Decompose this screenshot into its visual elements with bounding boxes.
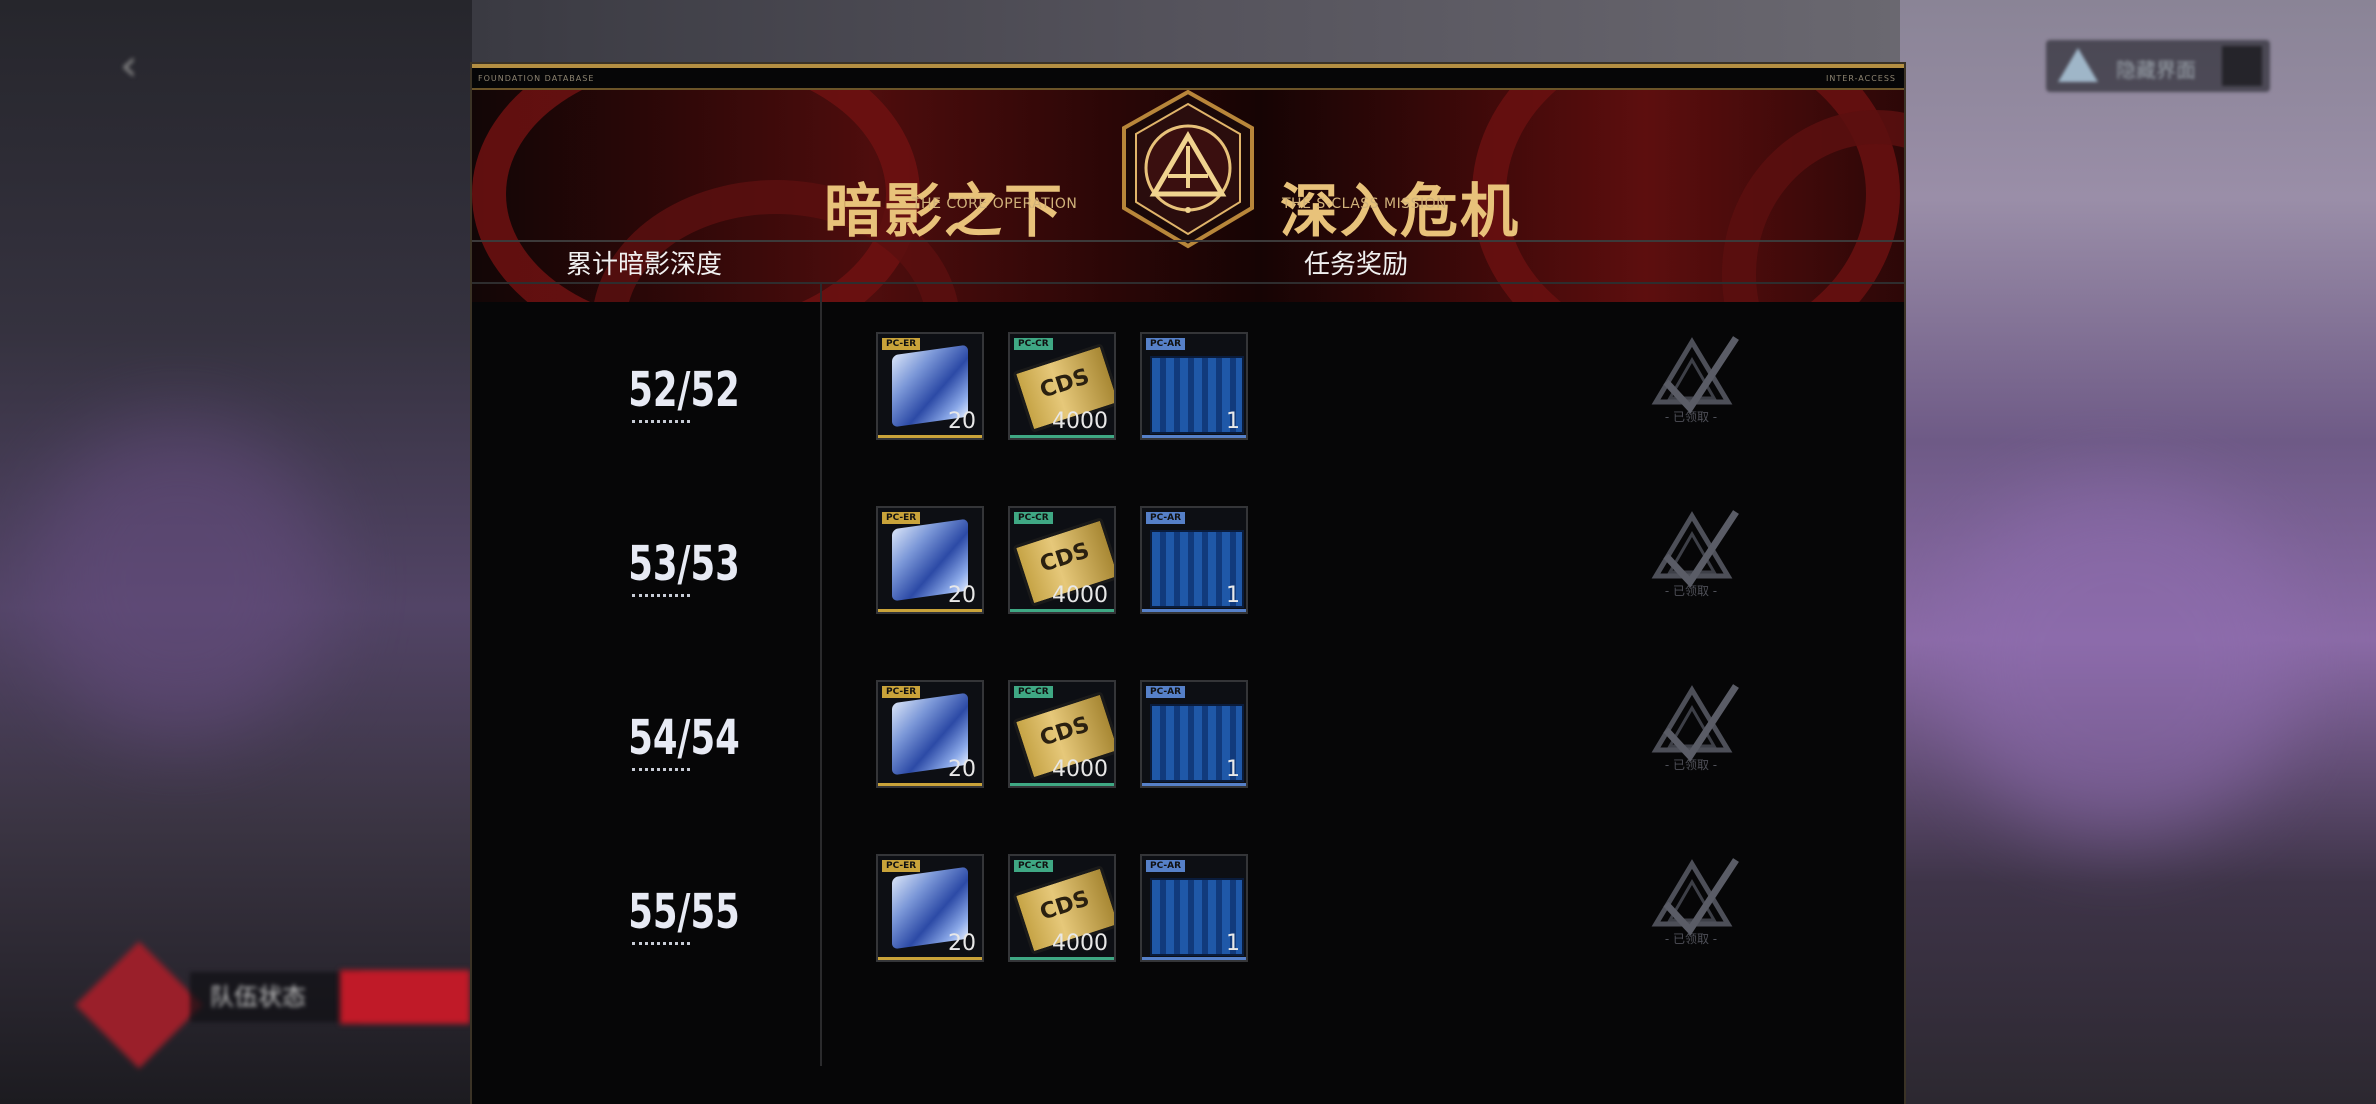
item-tag: PC-AR xyxy=(1146,860,1186,872)
item-count: 20 xyxy=(948,757,976,782)
team-status-button[interactable] xyxy=(340,970,470,1024)
column-header-rewards: 任务奖励 xyxy=(1304,250,1409,280)
item-tag: PC-AR xyxy=(1146,512,1186,524)
reward-item-ticket[interactable]: CDS PC-CR 4000 xyxy=(1008,332,1116,440)
depth-underline xyxy=(632,420,690,423)
claimed-label: - 已领取 - xyxy=(1664,932,1718,946)
claimed-label: - 已领取 - xyxy=(1664,410,1718,424)
item-rarity-bar xyxy=(1010,435,1114,438)
item-rarity-bar xyxy=(1010,783,1114,786)
depth-value: 54/54 xyxy=(628,710,740,766)
reward-row: 54/54 PC-ER 20 CDS PC-CR 4000 PC-AR 1 - … xyxy=(472,664,1904,814)
item-tag: PC-CR xyxy=(1014,512,1053,524)
triangle-logo-icon xyxy=(2058,48,2098,82)
reward-panel: FOUNDATION DATABASE INTER-ACCESS 暗影之下 TH… xyxy=(472,64,1904,1104)
background-glow xyxy=(1940,480,2300,840)
item-count: 1 xyxy=(1226,757,1240,782)
column-header-depth: 累计暗影深度 xyxy=(566,250,723,280)
item-count: 4000 xyxy=(1052,757,1108,782)
reward-item-crate[interactable]: PC-AR 1 xyxy=(1140,854,1248,962)
item-rarity-bar xyxy=(878,435,982,438)
item-count: 4000 xyxy=(1052,931,1108,956)
item-tag: PC-ER xyxy=(882,338,921,350)
item-tag: PC-CR xyxy=(1014,338,1053,350)
claimed-label: - 已领取 - xyxy=(1664,758,1718,772)
item-tag: PC-CR xyxy=(1014,860,1053,872)
reward-row: 55/55 PC-ER 20 CDS PC-CR 4000 PC-AR 1 - … xyxy=(472,838,1904,988)
panel-tiny-label-left: FOUNDATION DATABASE xyxy=(478,74,595,83)
depth-value: 53/53 xyxy=(628,536,740,592)
top-pill-label: 隐藏界面 xyxy=(2116,58,2196,82)
item-rarity-bar xyxy=(1142,435,1246,438)
item-tag: PC-ER xyxy=(882,860,921,872)
item-tag: PC-ER xyxy=(882,512,921,524)
item-tag: PC-ER xyxy=(882,686,921,698)
depth-underline xyxy=(632,768,690,771)
item-tag: PC-CR xyxy=(1014,686,1053,698)
panel-top-border xyxy=(472,64,1904,68)
background-top xyxy=(472,0,1900,70)
item-count: 1 xyxy=(1226,409,1240,434)
item-rarity-bar xyxy=(878,783,982,786)
team-status-label[interactable]: 队伍状态 xyxy=(190,972,360,1022)
item-rarity-bar xyxy=(1142,957,1246,960)
header-separator-bottom xyxy=(472,282,1904,284)
banner-subtitle-right: THE S-CLASS MISSION xyxy=(1282,196,1448,212)
reward-item-crate[interactable]: PC-AR 1 xyxy=(1140,332,1248,440)
reward-item-crystal[interactable]: PC-ER 20 xyxy=(876,332,984,440)
reward-item-ticket[interactable]: CDS PC-CR 4000 xyxy=(1008,854,1116,962)
depth-underline xyxy=(632,594,690,597)
item-count: 20 xyxy=(948,931,976,956)
panel-tiny-label-right: INTER-ACCESS xyxy=(1826,74,1896,83)
item-rarity-bar xyxy=(1010,957,1114,960)
depth-underline xyxy=(632,942,690,945)
item-count: 4000 xyxy=(1052,409,1108,434)
item-rarity-bar xyxy=(878,609,982,612)
header-separator xyxy=(472,240,1904,242)
item-count: 20 xyxy=(948,409,976,434)
reward-row: 53/53 PC-ER 20 CDS PC-CR 4000 PC-AR 1 - … xyxy=(472,490,1904,640)
item-rarity-bar xyxy=(1142,783,1246,786)
reward-item-crystal[interactable]: PC-ER 20 xyxy=(876,680,984,788)
depth-value: 52/52 xyxy=(628,362,740,418)
item-rarity-bar xyxy=(1142,609,1246,612)
reward-item-crate[interactable]: PC-AR 1 xyxy=(1140,680,1248,788)
mission-emblem-icon xyxy=(1122,90,1254,249)
reward-item-crystal[interactable]: PC-ER 20 xyxy=(876,854,984,962)
top-pill-button[interactable] xyxy=(2222,46,2262,86)
depth-value: 55/55 xyxy=(628,884,740,940)
item-tag: PC-AR xyxy=(1146,338,1186,350)
banner-subtitle-left: THE CORE OPERATION xyxy=(912,196,1078,212)
reward-item-ticket[interactable]: CDS PC-CR 4000 xyxy=(1008,506,1116,614)
claimed-label: - 已领取 - xyxy=(1664,584,1718,598)
top-right-control[interactable]: 隐藏界面 xyxy=(2046,40,2270,92)
item-count: 1 xyxy=(1226,931,1240,956)
reward-item-crystal[interactable]: PC-ER 20 xyxy=(876,506,984,614)
reward-item-crate[interactable]: PC-AR 1 xyxy=(1140,506,1248,614)
item-count: 4000 xyxy=(1052,583,1108,608)
background-glow xyxy=(30,420,330,740)
item-count: 20 xyxy=(948,583,976,608)
item-rarity-bar xyxy=(1010,609,1114,612)
item-tag: PC-AR xyxy=(1146,686,1186,698)
reward-row: 52/52 PC-ER 20 CDS PC-CR 4000 PC-AR 1 - … xyxy=(472,316,1904,466)
item-rarity-bar xyxy=(878,957,982,960)
back-arrow-icon[interactable]: ‹ xyxy=(120,40,138,91)
item-count: 1 xyxy=(1226,583,1240,608)
reward-item-ticket[interactable]: CDS PC-CR 4000 xyxy=(1008,680,1116,788)
